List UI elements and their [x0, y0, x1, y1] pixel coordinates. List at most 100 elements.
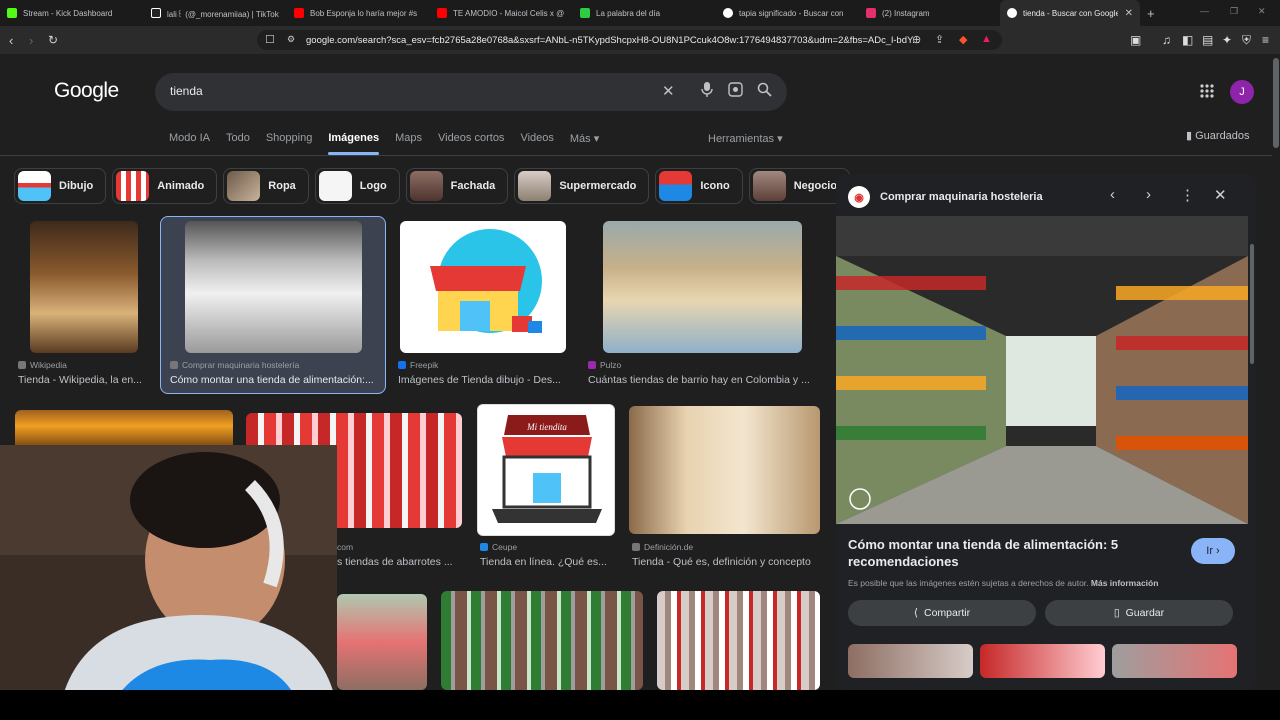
related-thumbnail[interactable] [848, 644, 973, 678]
zoom-icon[interactable]: ⊕ [912, 33, 921, 46]
result-image-tienda-online[interactable]: Mi tiendita [477, 404, 615, 536]
result-image-row3-a[interactable] [337, 594, 427, 690]
wallet-icon[interactable]: ▤ [1202, 33, 1213, 47]
new-tab-button[interactable]: + [1140, 0, 1170, 26]
reload-icon[interactable]: ↻ [48, 33, 58, 47]
previous-icon[interactable]: ‹ [1110, 186, 1115, 203]
maximize-icon[interactable]: ❐ [1230, 6, 1238, 17]
result-image-tienda-dibujo[interactable] [400, 221, 566, 353]
chip-animado[interactable]: Animado [112, 168, 218, 204]
close-panel-icon[interactable]: ✕ [1214, 186, 1227, 204]
music-icon[interactable]: ♫ [1162, 33, 1171, 47]
search-box[interactable]: tienda ✕ [155, 73, 787, 111]
more-options-icon[interactable]: ⋮ [1180, 186, 1195, 204]
page-scrollbar[interactable] [1272, 54, 1280, 690]
result-image-fachada[interactable] [15, 410, 233, 450]
tab-instagram[interactable]: (2) Instagram [859, 0, 1000, 26]
tab-mas[interactable]: Más ▾ [570, 132, 599, 145]
minimize-icon[interactable]: — [1200, 6, 1209, 16]
related-thumbnail[interactable] [980, 644, 1105, 678]
visit-button[interactable]: Ir › [1191, 538, 1235, 564]
close-tab-icon[interactable]: ✕ [1125, 8, 1133, 19]
chip-ropa[interactable]: Ropa [223, 168, 309, 204]
tab-youtube-maicol[interactable]: TE AMODIO - Maicol Celis x @ [430, 0, 573, 26]
result-image-wikipedia[interactable] [30, 221, 138, 353]
bookmark-page-icon[interactable]: ☐ [265, 33, 275, 46]
tab-kick[interactable]: Stream - Kick Dashboard [0, 0, 144, 26]
tab-tienda-active[interactable]: tienda - Buscar con Google ✕ [1000, 0, 1140, 26]
result-title[interactable]: Cuántas tiendas de barrio hay en Colombi… [588, 374, 816, 386]
back-icon[interactable]: ‹ [9, 33, 13, 48]
chip-dibujo[interactable]: Dibujo [14, 168, 107, 204]
scrollbar-thumb[interactable] [1273, 58, 1279, 148]
clear-icon[interactable]: ✕ [662, 82, 675, 100]
avatar[interactable]: J [1230, 80, 1254, 104]
chip-thumbnail [116, 171, 150, 201]
tab-videos-cortos[interactable]: Videos cortos [438, 132, 504, 145]
save-button[interactable]: ▯ Guardar [1045, 600, 1233, 626]
share-button[interactable]: ⟨ Compartir [848, 600, 1036, 626]
rewards-icon[interactable]: ▲ [981, 33, 992, 45]
result-title[interactable]: Tienda en línea. ¿Qué es... [480, 556, 615, 568]
chip-supermercado[interactable]: Supermercado [514, 168, 650, 204]
tab-tapia[interactable]: tapia significado - Buscar con [716, 0, 859, 26]
tab-shopping[interactable]: Shopping [266, 132, 313, 145]
next-icon[interactable]: › [1146, 186, 1151, 203]
google-logo[interactable]: Google [54, 79, 119, 103]
brave-shield-icon[interactable]: ◆ [959, 33, 967, 46]
chip-negocio[interactable]: Negocio [748, 168, 851, 204]
tab-label: lali꒰ (@_morenamiiaa) | TikTok [167, 9, 279, 19]
result-title[interactable]: Tienda - Qué es, definición y concepto [632, 556, 817, 568]
result-title[interactable]: Cómo montar una tienda de alimentación:.… [170, 374, 378, 386]
address-bar[interactable]: ☐ ⚙ google.com/search?sca_esv=fcb2765a28… [257, 30, 1002, 50]
result-source: Wikipedia [18, 360, 67, 370]
chip-icono[interactable]: Icono [655, 168, 743, 204]
preview-image[interactable] [836, 216, 1248, 524]
tab-palabra[interactable]: La palabra del día [573, 0, 716, 26]
share-url-icon[interactable]: ⇪ [935, 33, 944, 46]
result-title[interactable]: s tiendas de abarrotes ... [337, 556, 462, 568]
tab-imagenes[interactable]: Imágenes [328, 132, 379, 155]
tab-youtube-bob[interactable]: Bob Esponja lo haría mejor #s [287, 0, 430, 26]
chip-logo[interactable]: Logo [314, 168, 400, 204]
lens-icon[interactable] [728, 82, 743, 101]
saved-button[interactable]: ▮ Guardados [1186, 129, 1250, 142]
panel-title[interactable]: Cómo montar una tienda de alimentación: … [848, 536, 1148, 570]
site-info-icon[interactable]: ⚙ [287, 34, 295, 45]
panel-scrollbar[interactable] [1250, 244, 1254, 364]
result-image-tienda-barrio[interactable] [603, 221, 802, 353]
result-source: Pulzo [588, 360, 621, 370]
result-image-supermarket-aisle[interactable] [185, 221, 362, 353]
sidebar-icon[interactable]: ◧ [1182, 33, 1193, 47]
tab-label: tienda - Buscar con Google [1023, 8, 1118, 18]
tab-tiktok[interactable]: lali꒰ (@_morenamiiaa) | TikTok [144, 0, 287, 26]
chip-fachada[interactable]: Fachada [405, 168, 509, 204]
result-image-definicion[interactable] [629, 406, 820, 534]
tab-todo[interactable]: Todo [226, 132, 250, 145]
close-window-icon[interactable]: ✕ [1258, 6, 1266, 17]
result-title[interactable]: Tienda - Wikipedia, la en... [18, 374, 148, 386]
mic-icon[interactable] [701, 82, 713, 101]
wikipedia-favicon-icon [18, 361, 26, 369]
save-label: Guardar [1125, 607, 1165, 619]
panel-source[interactable]: Comprar maquinaria hosteleria [880, 191, 1043, 203]
related-thumbnail[interactable] [1112, 644, 1237, 678]
tab-videos[interactable]: Videos [520, 132, 553, 145]
result-image-row3-b[interactable] [441, 591, 643, 690]
search-input[interactable]: tienda [170, 84, 203, 98]
tools-button[interactable]: Herramientas ▾ [708, 132, 783, 145]
tab-maps[interactable]: Maps [395, 132, 422, 145]
forward-icon[interactable]: › [29, 33, 33, 48]
result-title[interactable]: Imágenes de Tienda dibujo - Des... [398, 374, 568, 386]
ai-icon[interactable]: ✦ [1222, 33, 1232, 47]
new-tab-label: + [1147, 5, 1155, 21]
screenshot-icon[interactable]: ▣ [1130, 33, 1141, 47]
vpn-icon[interactable]: ⛨ [1242, 33, 1251, 48]
more-info-link[interactable]: Más información [1091, 578, 1159, 588]
tab-modo-ia[interactable]: Modo IA [169, 132, 210, 145]
google-apps-icon[interactable] [1200, 84, 1214, 102]
menu-icon[interactable]: ≡ [1262, 33, 1269, 47]
tab-label: tapia significado - Buscar con [739, 8, 844, 18]
result-image-row3-c[interactable] [657, 591, 820, 690]
search-icon[interactable] [757, 82, 772, 101]
